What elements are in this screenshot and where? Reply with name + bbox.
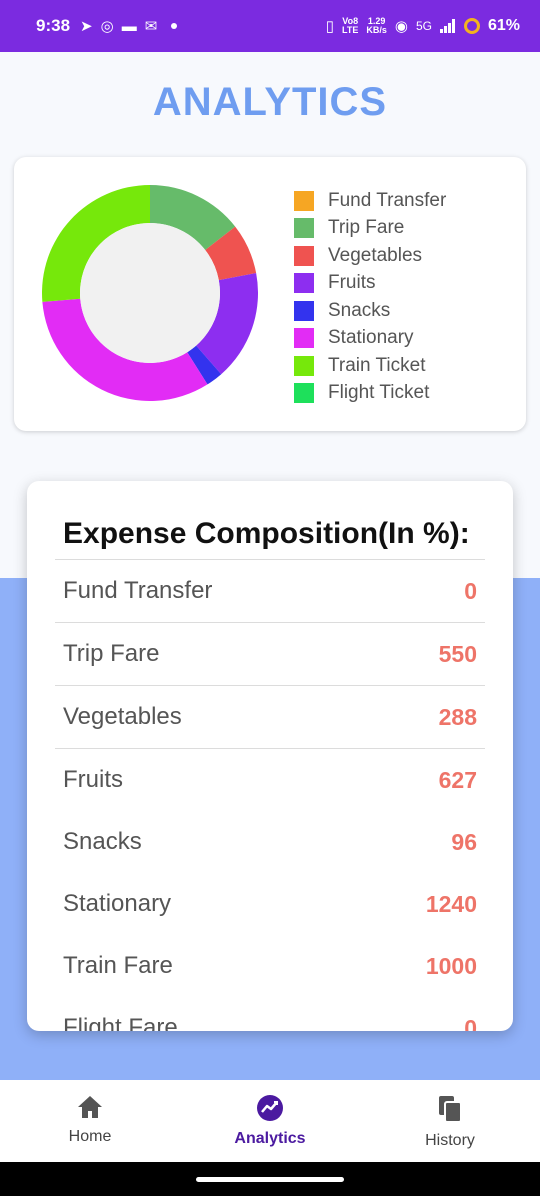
legend-label: Snacks (328, 299, 391, 321)
nav-home-label: Home (68, 1128, 112, 1145)
expense-label: Flight Fare (63, 1014, 178, 1031)
legend-label: Stationary (328, 327, 414, 349)
expense-value: 627 (438, 766, 477, 793)
volte-bottom: LTE (342, 25, 359, 35)
legend-item-snacks: Snacks (294, 297, 446, 325)
expense-label: Stationary (63, 890, 172, 917)
legend-label: Train Ticket (328, 354, 426, 376)
chart-legend: Fund Transfer Trip Fare Vegetables Fruits Sn… (294, 187, 446, 407)
expense-value: 96 (451, 828, 477, 855)
donut-hole (80, 223, 220, 363)
legend-swatch (294, 218, 314, 239)
expense-row-flight-fare: Flight Fare 0 (55, 997, 485, 1031)
legend-label: Vegetables (328, 244, 423, 266)
expense-value: 1000 (425, 952, 477, 979)
nav-analytics[interactable]: Analytics (180, 1080, 360, 1162)
more-notifications-icon (171, 23, 178, 29)
volte-indicator: Vo8 LTE (342, 17, 358, 35)
legend-item-trip-fare: Trip Fare (294, 215, 446, 243)
battery-percent: 61% (487, 17, 520, 34)
battery-saver-icon (463, 18, 480, 34)
status-bar: 9:38 ➤ ◎ ▬ ✉ ▯ Vo8 LTE 1.29 KB/s ◉ 5G 61… (0, 0, 540, 52)
legend-label: Fruits (328, 272, 376, 294)
status-time: 9:38 (36, 16, 71, 35)
legend-swatch (294, 273, 314, 294)
expense-label: Fruits (63, 766, 123, 793)
legend-item-train-ticket: Train Ticket (294, 352, 446, 380)
expense-label: Fund Transfer (63, 577, 213, 604)
expense-list[interactable]: Fund Transfer 0 Trip Fare 550 Vegetables… (55, 559, 485, 1031)
network-type: 5G (415, 19, 432, 33)
chart-card: Fund Transfer Trip Fare Vegetables Fruits Sn… (14, 157, 526, 431)
expense-label: Vegetables (63, 703, 182, 730)
expense-label: Trip Fare (63, 640, 160, 667)
legend-item-vegetables: Vegetables (294, 242, 446, 270)
page-title: ANALYTICS (152, 80, 388, 124)
chat-icon: ▬ (121, 17, 137, 35)
legend-swatch (294, 383, 314, 404)
whatsapp-icon: ◎ (100, 17, 114, 35)
legend-item-stationary: Stationary (294, 325, 446, 353)
expense-title: Expense Composition(In %): (63, 517, 470, 550)
expense-row-snacks: Snacks 96 (55, 811, 485, 873)
legend-item-fund-transfer: Fund Transfer (294, 187, 446, 215)
legend-swatch (294, 328, 314, 349)
expense-value: 1240 (425, 890, 477, 917)
expense-value: 0 (464, 577, 477, 604)
bottom-navigation: Home Analytics History (0, 1080, 540, 1162)
expense-row-vegetables: Vegetables 288 (55, 685, 485, 748)
system-nav-bar (0, 1162, 540, 1196)
expense-label: Snacks (63, 828, 142, 855)
expense-card: Expense Composition(In %): Fund Transfer… (27, 481, 513, 1031)
history-icon (439, 1096, 462, 1123)
expense-value: 288 (438, 703, 477, 730)
donut-chart[interactable] (42, 185, 258, 401)
expense-row-fund-transfer: Fund Transfer 0 (55, 559, 485, 622)
home-gesture-pill[interactable] (196, 1177, 344, 1182)
legend-label: Trip Fare (328, 217, 405, 239)
mail-icon: ✉ (144, 17, 158, 35)
nav-analytics-label: Analytics (234, 1130, 306, 1147)
signal-icon (439, 19, 455, 33)
legend-label: Fund Transfer (328, 189, 447, 211)
legend-swatch (294, 355, 314, 376)
net-speed-unit: KB/s (366, 25, 387, 35)
telegram-icon: ➤ (80, 17, 93, 35)
legend-item-fruits: Fruits (294, 270, 446, 298)
nav-history[interactable]: History (360, 1080, 540, 1162)
legend-swatch (294, 190, 314, 211)
nav-history-label: History (425, 1132, 475, 1149)
net-speed: 1.29 KB/s (366, 17, 387, 35)
legend-label: Flight Ticket (328, 382, 430, 404)
expense-value: 550 (438, 640, 477, 667)
expense-row-fruits: Fruits 627 (55, 748, 485, 811)
expense-row-train-fare: Train Fare 1000 (55, 935, 485, 997)
vibrate-icon: ▯ (325, 17, 334, 35)
expense-row-trip-fare: Trip Fare 550 (55, 622, 485, 685)
expense-row-stationary: Stationary 1240 (55, 873, 485, 935)
status-right: ▯ Vo8 LTE 1.29 KB/s ◉ 5G 61% (326, 17, 520, 35)
nav-home[interactable]: Home (0, 1080, 180, 1162)
notification-icons: ➤ ◎ ▬ ✉ (80, 17, 178, 35)
expense-label: Train Fare (63, 952, 173, 979)
hotspot-icon: ◉ (394, 17, 408, 35)
legend-swatch (294, 300, 314, 321)
legend-swatch (294, 245, 314, 266)
home-icon (78, 1096, 102, 1118)
expense-value: 0 (464, 1014, 477, 1032)
legend-item-flight-ticket: Flight Ticket (294, 380, 446, 408)
analytics-icon (257, 1095, 283, 1121)
